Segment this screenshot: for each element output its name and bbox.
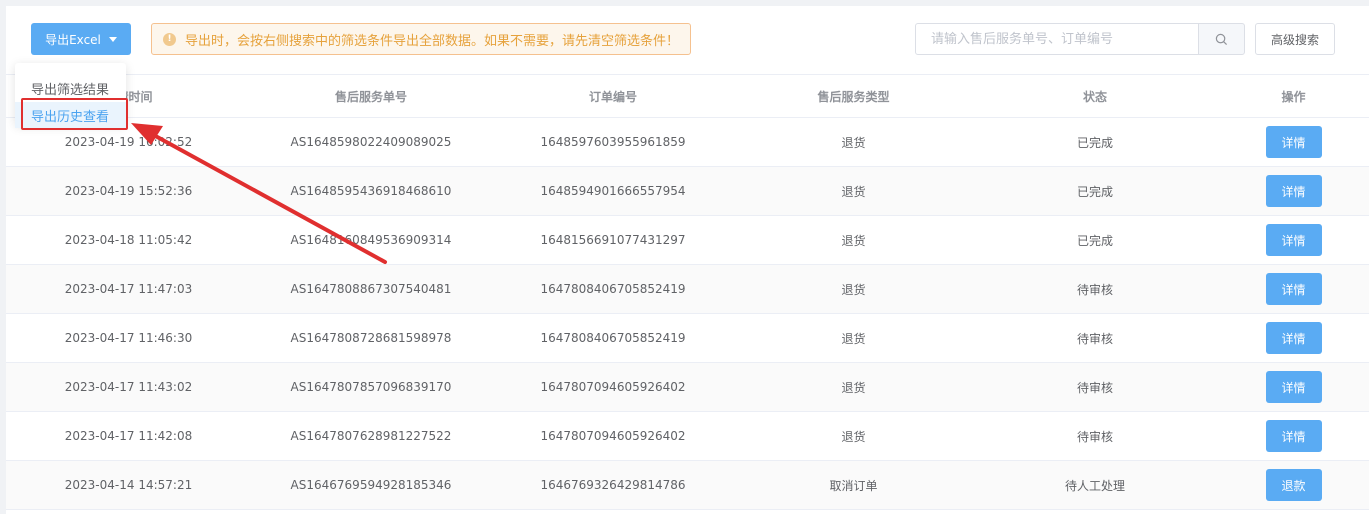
annotation-arrow [131,123,387,264]
